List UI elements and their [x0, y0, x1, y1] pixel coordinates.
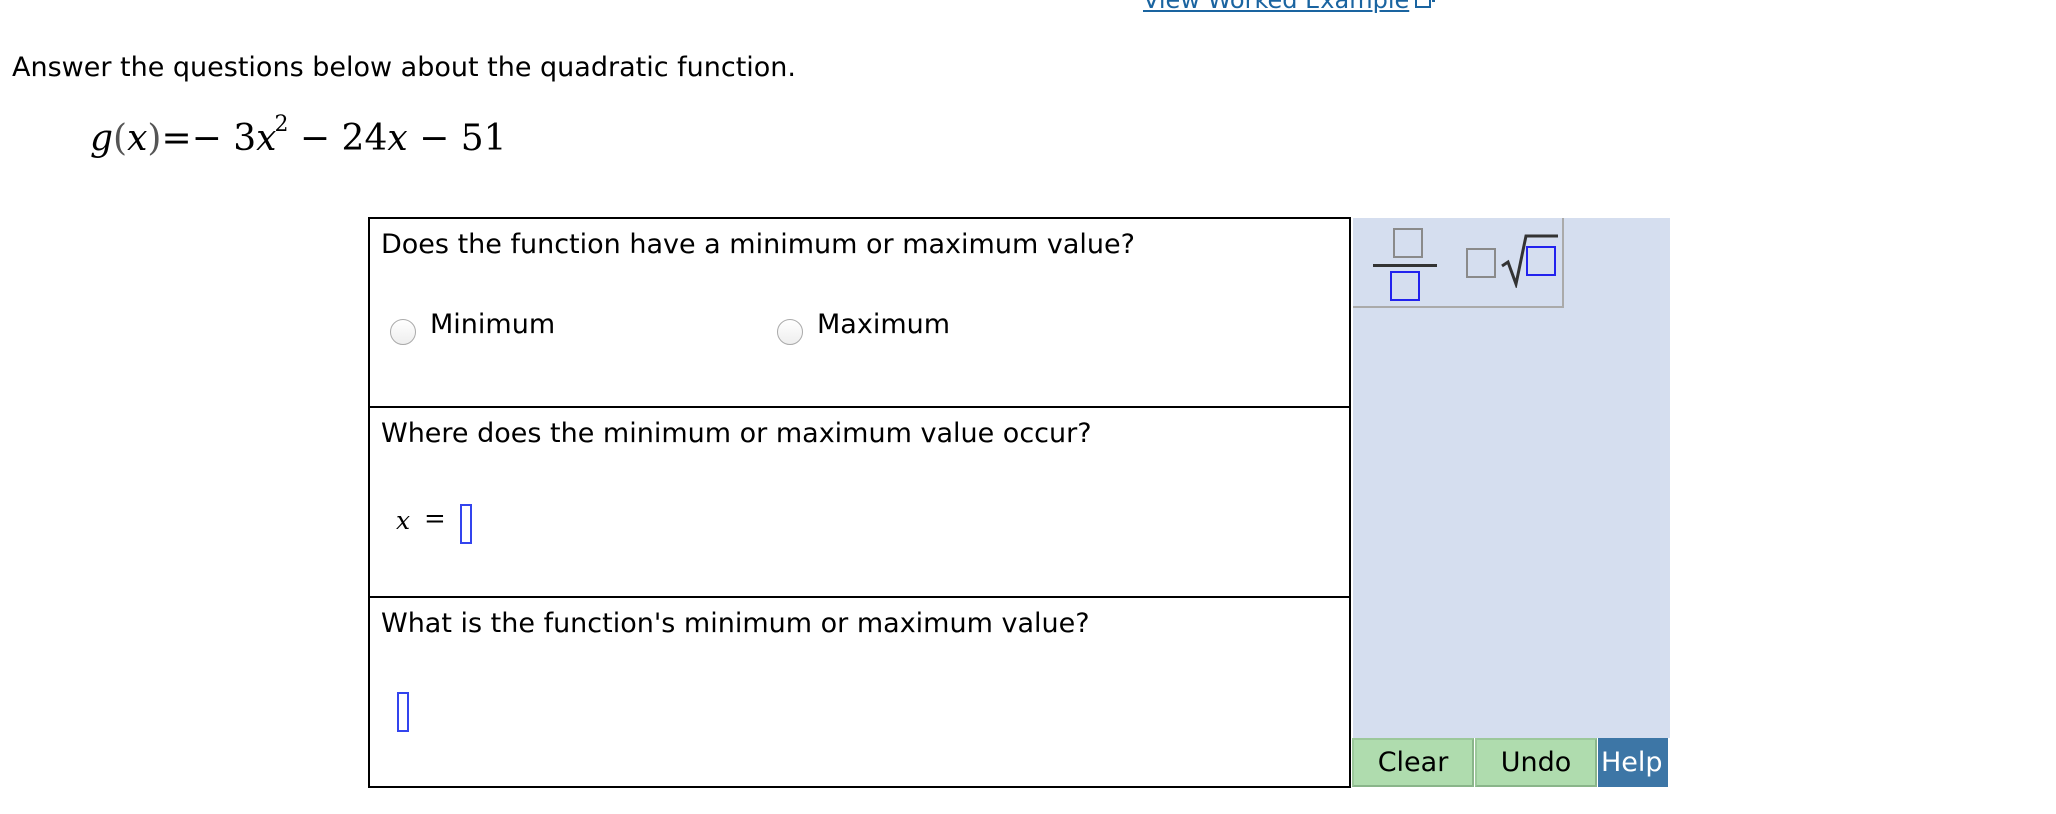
maximum-label[interactable]: Maximum: [817, 309, 950, 340]
question-panel: Does the function have a minimum or maxi…: [368, 217, 1351, 788]
vertex-x-input[interactable]: [460, 504, 472, 544]
term2-variable: x: [387, 118, 408, 159]
equals-sign: =: [161, 118, 192, 159]
question-1: Does the function have a minimum or maxi…: [370, 219, 1349, 408]
paren-open: (: [113, 118, 128, 159]
undo-button[interactable]: Undo: [1475, 738, 1597, 787]
external-link-icon: [1415, 0, 1437, 8]
nth-root-button[interactable]: [1458, 218, 1564, 308]
maximum-radio[interactable]: [777, 319, 803, 345]
term2-sign: −: [299, 118, 331, 159]
function-variable: x: [127, 118, 148, 159]
function-formula: g(x)=− 3x2 − 24x − 51: [90, 112, 507, 159]
x-variable-label: x: [396, 506, 411, 535]
help-button[interactable]: Help: [1598, 738, 1668, 787]
question-1-text: Does the function have a minimum or maxi…: [381, 229, 1135, 260]
instructions-text: Answer the questions below about the qua…: [12, 52, 797, 83]
question-2-text: Where does the minimum or maximum value …: [381, 418, 1092, 449]
term3-sign: −: [419, 118, 450, 159]
minimum-label[interactable]: Minimum: [430, 309, 555, 340]
term1-sign: −: [191, 118, 222, 159]
function-name: g: [90, 118, 114, 159]
term1-exponent: 2: [274, 112, 289, 137]
question-3-text: What is the function's minimum or maximu…: [381, 608, 1090, 639]
paren-close: ): [147, 118, 162, 159]
view-worked-example-link[interactable]: View Worked Example: [1143, 0, 1437, 14]
equals-label: =: [424, 504, 446, 534]
math-toolbar: [1353, 218, 1670, 738]
question-2: Where does the minimum or maximum value …: [370, 408, 1349, 598]
extreme-value-input[interactable]: [397, 692, 409, 732]
view-worked-example-label: View Worked Example: [1143, 0, 1410, 14]
clear-button[interactable]: Clear: [1352, 738, 1474, 787]
term3-constant: 51: [460, 118, 507, 159]
question-3: What is the function's minimum or maximu…: [370, 598, 1349, 786]
term1-coefficient: 3: [233, 118, 257, 159]
term2-coefficient: 24: [341, 118, 388, 159]
fraction-button[interactable]: [1353, 218, 1460, 308]
minimum-radio[interactable]: [390, 319, 416, 345]
